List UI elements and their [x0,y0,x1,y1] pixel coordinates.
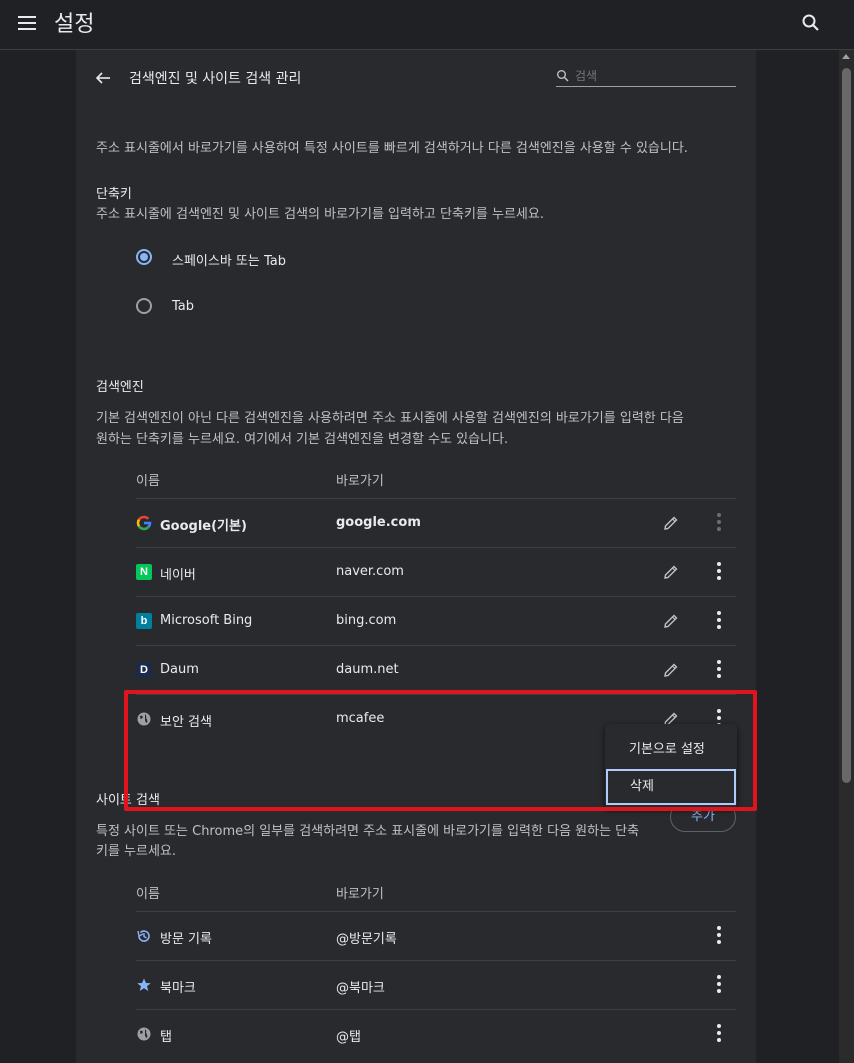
more-actions-icon[interactable] [714,660,724,680]
back-arrow-icon[interactable] [94,69,112,87]
edit-pencil-icon[interactable] [661,562,681,582]
site-search-desc-line1: 특정 사이트 또는 Chrome의 일부를 검색하려면 주소 표시줄에 바로가기… [96,824,640,839]
site-col-shortcut: 바로가기 [336,887,384,902]
app-title: 설정 [54,12,95,37]
more-actions-icon[interactable] [714,975,724,995]
bing-icon: b [136,613,152,629]
edit-pencil-icon[interactable] [661,611,681,631]
settings-search-box[interactable] [556,65,736,87]
engine-name: Daum [160,662,199,677]
edit-pencil-icon[interactable] [661,660,681,680]
scroll-up-arrow-icon[interactable] [842,54,850,59]
table-row: 북마크 @북마크 [136,960,736,1009]
site-name: 탭 [160,1030,172,1045]
table-row: 방문 기록 @방문기록 [136,911,736,960]
engine-name: 네이버 [160,568,196,583]
scrollbar-thumb[interactable] [842,68,851,783]
more-actions-icon[interactable] [714,1024,724,1044]
history-icon [136,928,152,944]
engine-name: Google(기본) [160,519,247,534]
table-row: D Daum daum.net [136,645,736,694]
engines-col-name: 이름 [136,474,160,489]
table-row: Google(기본) google.com [136,498,736,547]
highlight-annotation-box [124,690,757,811]
search-icon [556,69,570,83]
edit-pencil-icon[interactable] [661,513,681,533]
site-search-desc-line2: 키를 누르세요. [96,844,177,859]
table-row: N 네이버 naver.com [136,547,736,596]
engines-heading: 검색엔진 [96,380,144,395]
engine-shortcut: daum.net [336,662,399,677]
shortcut-heading: 단축키 [96,187,132,202]
page-title: 검색엔진 및 사이트 검색 관리 [129,71,302,87]
more-actions-icon[interactable] [714,562,724,582]
naver-icon: N [136,564,152,580]
settings-card: 검색엔진 및 사이트 검색 관리 주소 표시줄에서 바로가기를 사용하여 특정 … [76,50,756,1063]
menu-icon[interactable] [18,13,38,31]
more-actions-icon[interactable] [714,611,724,631]
radio-tab[interactable] [136,298,152,314]
globe-icon [136,1026,152,1042]
site-shortcut: @방문기록 [336,932,397,947]
engine-shortcut: bing.com [336,613,397,628]
scrollbar[interactable] [839,50,854,1063]
google-icon [136,515,152,531]
shortcut-desc: 주소 표시줄에 검색엔진 및 사이트 검색의 바로가기를 입력하고 단축키를 누… [96,207,544,222]
engine-shortcut: naver.com [336,564,404,579]
search-icon[interactable] [800,12,822,34]
search-input[interactable] [575,67,735,85]
star-icon [136,977,152,993]
radio-label-tab: Tab [172,299,195,314]
engines-desc-line2: 원하는 단축키를 누르세요. 여기에서 기본 검색엔진을 변경할 수도 있습니다… [96,432,509,447]
radio-label-space-or-tab: 스페이스바 또는 Tab [172,254,286,269]
site-name: 방문 기록 [160,932,212,947]
radio-space-or-tab[interactable] [136,249,152,265]
daum-icon: D [136,662,152,678]
more-actions-icon [714,513,724,533]
engine-shortcut: google.com [336,515,421,530]
table-row: 탭 @탭 [136,1009,736,1058]
engines-col-shortcut: 바로가기 [336,474,384,489]
table-row: b Microsoft Bing bing.com [136,596,736,645]
engine-name: Microsoft Bing [160,613,253,628]
site-col-name: 이름 [136,887,160,902]
site-shortcut: @탭 [336,1030,361,1045]
more-actions-icon[interactable] [714,926,724,946]
engines-desc-line1: 기본 검색엔진이 아닌 다른 검색엔진을 사용하려면 주소 표시줄에 사용할 검… [96,411,684,426]
top-toolbar: 설정 [0,0,854,50]
intro-text: 주소 표시줄에서 바로가기를 사용하여 특정 사이트를 빠르게 검색하거나 다른… [96,141,688,156]
site-name: 북마크 [160,981,196,996]
site-shortcut: @북마크 [336,981,385,996]
